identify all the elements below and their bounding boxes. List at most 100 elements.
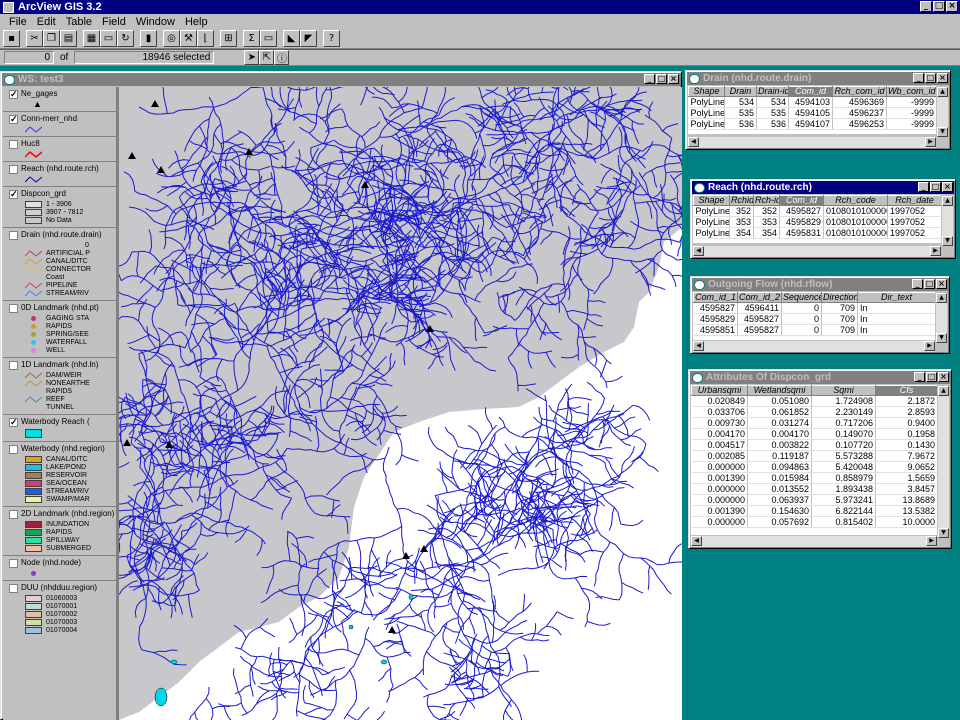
table-cell[interactable]: 4595831	[779, 227, 824, 239]
table-cell[interactable]: 352	[729, 205, 754, 217]
table-cell[interactable]: 0.107720	[811, 439, 876, 451]
reach-hscroll[interactable]: ◀ ▶	[693, 246, 941, 257]
pointer-tool-icon[interactable]: ➤	[244, 50, 260, 65]
table-cell[interactable]: 0.061852	[747, 406, 812, 418]
column-header[interactable]: Drain	[724, 86, 757, 97]
table-cell[interactable]: 4596253	[832, 118, 887, 130]
save-icon[interactable]: ▪	[3, 30, 20, 47]
table-row[interactable]: 0.000000 0.057692 0.815402 10.0000	[691, 516, 937, 528]
table-cell[interactable]: 1997052	[887, 227, 941, 239]
table-cell[interactable]: 4594103	[788, 96, 833, 108]
table-cell[interactable]: 0.1430	[875, 439, 937, 451]
table-cell[interactable]: 352	[753, 205, 780, 217]
table-cell[interactable]: 1997052	[887, 216, 941, 228]
attributes-minimize-button[interactable]: _	[914, 372, 925, 382]
table-cell[interactable]: 2.230149	[811, 406, 876, 418]
menu-file[interactable]: File	[4, 16, 32, 28]
table-cell[interactable]: 353	[729, 216, 754, 228]
table-cell[interactable]: 4595827	[737, 313, 782, 325]
theme-checkbox[interactable]: ✓	[9, 90, 18, 99]
table-cell[interactable]: 0.154630	[747, 505, 812, 517]
map-canvas[interactable]	[119, 87, 682, 720]
table-cell[interactable]: 0	[781, 313, 822, 325]
table-row[interactable]: PolyLine 535 535 4594105 4596237 -9999	[688, 107, 936, 119]
table-cell[interactable]: 0.057692	[747, 516, 812, 528]
maximize-button[interactable]: □	[933, 1, 945, 12]
table-cell[interactable]: 0.717206	[811, 417, 876, 429]
attributes-grid[interactable]: Urbansqmi Wetlandsqmi Sqmi Cfs 0.020849 0.051…	[691, 385, 937, 535]
table-cell[interactable]: 4596237	[832, 107, 887, 119]
table-cell[interactable]: 0.031274	[747, 417, 812, 429]
table-cell[interactable]: 2.8593	[875, 406, 937, 418]
column-header[interactable]: Wetlandsqmi	[747, 385, 812, 396]
table-row[interactable]: 0.001390 0.015984 0.858979 1.5659	[691, 472, 937, 484]
theme-checkbox[interactable]: ✓	[9, 418, 18, 427]
sort-descending-icon[interactable]: ◤	[300, 30, 317, 47]
reach-maximize-button[interactable]: □	[930, 182, 941, 192]
table-cell[interactable]: -9999	[886, 107, 936, 119]
refresh-icon[interactable]: ↻	[117, 30, 134, 47]
minimize-button[interactable]: _	[920, 1, 932, 12]
table-cell[interactable]: 13.8689	[875, 494, 937, 506]
flow-hscroll[interactable]: ◀ ▶	[693, 341, 935, 352]
summarize-icon[interactable]: Σ	[243, 30, 260, 47]
table-cell[interactable]: 0.004170	[747, 428, 812, 440]
table-cell[interactable]: 0.119187	[747, 450, 812, 462]
table-cell[interactable]: 3.8457	[875, 483, 937, 495]
theme-duu[interactable]: DUU (nhdduu.region) 01060003 01070001 01…	[3, 581, 116, 637]
column-header[interactable]: Rch_com_id	[832, 86, 887, 97]
copy-icon[interactable]: ❐	[43, 30, 60, 47]
table-cell[interactable]: 1.5659	[875, 472, 937, 484]
theme-1d-landmark[interactable]: 1D Landmark (nhd.ln) DAM/WEIR NONEARTHE …	[3, 358, 116, 415]
theme-drain[interactable]: Drain (nhd.route.drain) 0 ARTIFICIAL P C…	[3, 228, 116, 301]
table-cell[interactable]: 0.020849	[691, 395, 748, 407]
drain-hscroll[interactable]: ◀ ▶	[688, 137, 936, 148]
table-row[interactable]: 0.020849 0.051080 1.724908 2.1872	[691, 395, 937, 407]
table-row[interactable]: 4595827 4596411 0 709 In	[693, 302, 935, 314]
column-header[interactable]: Shape	[693, 195, 730, 206]
theme-checkbox[interactable]	[9, 559, 18, 568]
table-cell[interactable]: 0.094863	[747, 461, 812, 473]
table-cell[interactable]: 534	[724, 96, 757, 108]
theme-huc8[interactable]: Huc8	[3, 137, 116, 162]
table-row[interactable]: 0.002085 0.119187 5.573288 7.9672	[691, 450, 937, 462]
promote-icon[interactable]: ⌊	[197, 30, 214, 47]
table-cell[interactable]: 0.004517	[691, 439, 748, 451]
cut-icon[interactable]: ✂	[26, 30, 43, 47]
column-header[interactable]: Rchid	[729, 195, 754, 206]
reach-grid[interactable]: Shape Rchid Rch-id Com_id Rch_code Rch_date Po…	[693, 195, 941, 243]
theme-checkbox[interactable]	[9, 304, 18, 313]
select-tool-icon[interactable]: ⇱	[259, 50, 275, 65]
theme-checkbox[interactable]	[9, 231, 18, 240]
table-cell[interactable]: 709	[821, 313, 858, 325]
table-cell[interactable]: 0.009730	[691, 417, 748, 429]
table-cell[interactable]: 0.815402	[811, 516, 876, 528]
table-cell[interactable]: 01080101000005	[823, 216, 888, 228]
table-cell[interactable]: PolyLine	[693, 216, 730, 228]
table-cell[interactable]: PolyLine	[688, 107, 725, 119]
table-cell[interactable]: PolyLine	[693, 205, 730, 217]
table-cell[interactable]: 536	[724, 118, 757, 130]
theme-checkbox[interactable]	[9, 140, 18, 149]
table-cell[interactable]: 0.858979	[811, 472, 876, 484]
table-cell[interactable]: 709	[821, 324, 858, 336]
flow-close-button[interactable]: ×	[936, 279, 947, 289]
table-cell[interactable]: 0.015984	[747, 472, 812, 484]
column-header[interactable]: Sqmi	[811, 385, 876, 396]
theme-waterbody-reach[interactable]: ✓ Waterbody Reach (	[3, 415, 116, 442]
table-cell[interactable]: 535	[724, 107, 757, 119]
table-cell[interactable]: 01080101000006	[823, 227, 888, 239]
table-cell[interactable]: 0.033706	[691, 406, 748, 418]
query-icon[interactable]: ⚒	[180, 30, 197, 47]
table-cell[interactable]: 0.004170	[691, 428, 748, 440]
table-cell[interactable]: 4595827	[779, 205, 824, 217]
table-cell[interactable]: 709	[821, 302, 858, 314]
table-cell[interactable]: 0.002085	[691, 450, 748, 462]
theme-checkbox[interactable]	[9, 165, 18, 174]
find-icon[interactable]: ◎	[163, 30, 180, 47]
table-cell[interactable]: 0.001390	[691, 505, 748, 517]
flow-minimize-button[interactable]: _	[912, 279, 923, 289]
menu-edit[interactable]: Edit	[32, 16, 61, 28]
calculate-icon[interactable]: ▭	[260, 30, 277, 47]
flow-vscroll[interactable]: ▲ ▼	[936, 293, 947, 343]
